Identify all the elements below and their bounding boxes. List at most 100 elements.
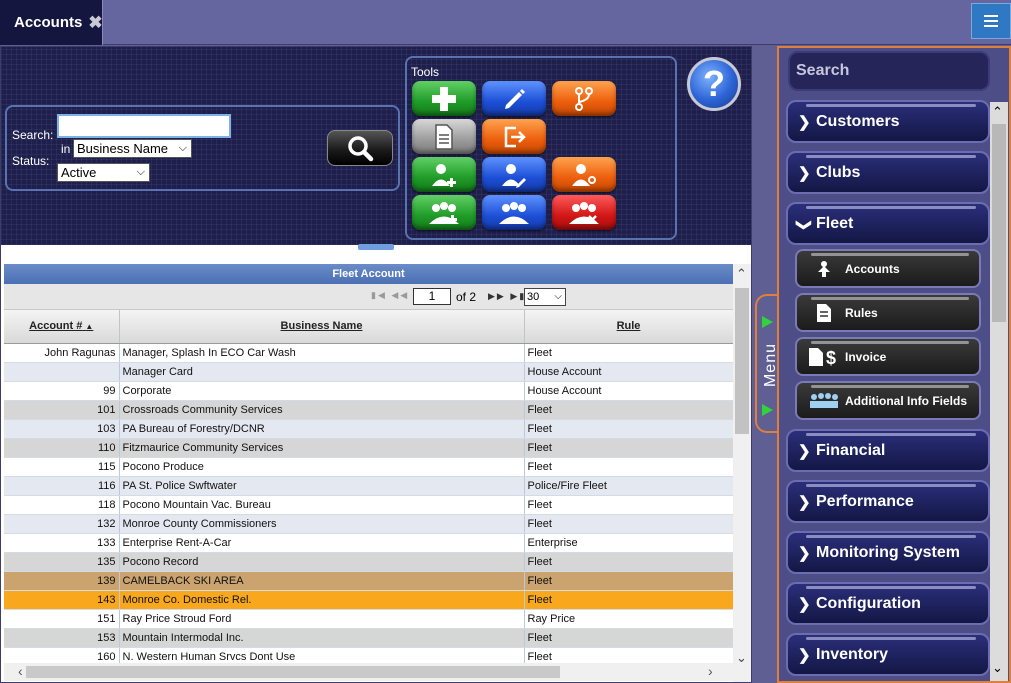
edit-group-button[interactable] [482,195,546,230]
sidebar-item-customers[interactable]: ❯ Customers [786,100,990,143]
column-header-business-name[interactable]: Business Name [119,310,525,344]
add-user-button[interactable] [412,157,476,192]
edit-user-button[interactable] [482,157,546,192]
scroll-up-icon[interactable]: ⌃ [992,104,1003,120]
tab-accounts[interactable]: Accounts ✖ [0,0,103,45]
sidebar-item-configuration[interactable]: ❯ Configuration [786,582,990,625]
cell-business-name: Manager Card [119,362,525,382]
sidebar-subitem-accounts[interactable]: Accounts [795,249,981,288]
table-header-row: Account # ▲ Business Name Rule [4,310,734,344]
sidebar-subitem-rules[interactable]: Rules [795,293,981,332]
sidebar-item-label: Customers [816,112,900,130]
cell-business-name: Mountain Intermodal Inc. [119,628,525,648]
table-row[interactable]: 101 Crossroads Community Services Fleet [4,400,734,420]
grid-horizontal-scrollbar[interactable]: ‹ › [4,663,733,681]
add-group-button[interactable] [412,195,476,230]
sidebar-subitem-label: Accounts [845,261,900,276]
table-row[interactable]: 153 Mountain Intermodal Inc. Fleet [4,628,734,648]
cell-account: 135 [4,552,120,572]
table-row[interactable]: 139 CAMELBACK SKI AREA Fleet [4,571,734,591]
chevron-right-icon: ❯ [798,647,811,664]
menu-toggle[interactable]: Menu [755,294,779,433]
cell-business-name: Pocono Record [119,552,525,572]
sidebar-item-financial[interactable]: ❯ Financial [786,429,990,472]
delete-group-button[interactable] [552,195,616,230]
cell-account: 99 [4,381,120,401]
pager-next-last-icons[interactable]: ▶▶ ▶▮ [488,291,526,302]
sidebar-scrollbar[interactable]: ⌃ ⌄ [990,102,1008,681]
sidebar-item-fleet[interactable]: ❯ Fleet [786,202,990,245]
cell-account: John Ragunas [4,343,120,363]
table-row[interactable]: John Ragunas Manager, Splash In ECO Car W… [4,343,734,363]
scrollbar-thumb[interactable] [735,288,749,434]
cell-account: 143 [4,590,120,610]
table-row[interactable]: 132 Monroe County Commissioners Fleet [4,514,734,534]
scroll-down-icon[interactable]: ⌄ [736,650,747,666]
collapse-panel-handle[interactable] [358,244,394,250]
table-row[interactable]: 116 PA St. Police Swftwater Police/Fire Fl… [4,476,734,496]
table-row[interactable]: 115 Pocono Produce Fleet [4,457,734,477]
hamburger-menu-button[interactable] [971,3,1011,39]
chevron-right-icon: ❯ [798,443,811,460]
table-row[interactable]: 151 Ray Price Stroud Ford Ray Price [4,609,734,629]
user-key-button[interactable] [552,157,616,192]
scroll-right-icon[interactable]: › [708,663,713,679]
cell-account: 115 [4,457,120,477]
pager-first-prev-icons[interactable]: ▮◀ ◀◀ [371,290,409,301]
pencil-icon [505,88,525,109]
table-row[interactable]: 103 PA Bureau of Forestry/DCNR Fleet [4,419,734,439]
table-row[interactable]: 99 Corporate House Account [4,381,734,401]
table-row[interactable]: 110 Fitzmaurice Community Services Fleet [4,438,734,458]
edit-account-button[interactable] [482,81,546,116]
sidebar-subitem-invoice[interactable]: $ Invoice [795,337,981,376]
branch-button[interactable] [552,81,616,116]
scrollbar-thumb[interactable] [992,124,1006,322]
sidebar-item-performance[interactable]: ❯ Performance [786,480,990,523]
column-header-account[interactable]: Account # ▲ [4,310,120,344]
sidebar-subitem-additional-info[interactable]: Additional Info Fields [795,381,981,420]
sidebar: Search ❯ Customers ❯ Clubs ❯ Fleet Accou… [777,46,1011,683]
person-arrow-icon [807,259,841,279]
table-row[interactable]: Manager Card House Account [4,362,734,382]
cell-business-name: PA Bureau of Forestry/DCNR [119,419,525,439]
fleet-account-grid: Fleet Account ▮◀ ◀◀ 1 of 2 ▶▶ ▶▮ 30 ⌵ Ac… [4,264,734,667]
search-button[interactable] [327,130,393,166]
sidebar-subitem-label: Invoice [845,349,887,364]
scroll-down-icon[interactable]: ⌄ [992,660,1003,676]
table-row[interactable]: 133 Enterprise Rent-A-Car Enterprise [4,533,734,553]
chevron-right-icon: ❯ [798,494,811,511]
table-row[interactable]: 135 Pocono Record Fleet [4,552,734,572]
chevron-right-icon: ❯ [798,545,811,562]
page-size-select[interactable]: 30 ⌵ [524,288,566,306]
sidebar-search[interactable]: Search [788,51,990,91]
column-header-rule[interactable]: Rule [524,310,734,344]
grid-vertical-scrollbar[interactable]: ⌃ ⌄ [733,264,751,682]
export-button[interactable] [482,119,546,154]
search-input[interactable] [57,114,231,138]
cell-account [4,362,120,382]
close-icon[interactable]: ✖ [88,14,102,31]
document-icon [435,123,453,150]
scroll-up-icon[interactable]: ⌃ [736,266,747,282]
accounts-table: Account # ▲ Business Name Rule John Ragu… [4,310,734,667]
status-select[interactable]: Active ⌵ [57,163,150,182]
help-button[interactable]: ? [687,57,741,111]
table-row[interactable]: 118 Pocono Mountain Vac. Bureau Fleet [4,495,734,515]
document-button[interactable] [412,119,476,154]
scroll-left-icon[interactable]: ‹ [18,663,23,679]
sidebar-item-label: Monitoring System [816,543,961,561]
sidebar-item-inventory[interactable]: ❯ Inventory [786,633,990,676]
sidebar-item-label: Clubs [816,163,861,181]
tab-title: Accounts [14,14,83,31]
sidebar-item-monitoring-system[interactable]: ❯ Monitoring System [786,531,990,574]
page-number-input[interactable]: 1 [413,288,451,305]
page-count: of 2 [456,290,477,304]
search-field-select[interactable]: Business Name ⌵ [73,139,192,158]
chevron-down-icon: ⌵ [136,166,145,178]
add-account-button[interactable] [412,81,476,116]
scrollbar-thumb[interactable] [26,666,560,678]
sidebar-item-clubs[interactable]: ❯ Clubs [786,151,990,194]
pager: ▮◀ ◀◀ 1 of 2 ▶▶ ▶▮ 30 ⌵ [4,284,733,310]
tab-bar: Accounts ✖ [0,0,1011,45]
table-row[interactable]: 143 Monroe Co. Domestic Rel. Fleet [4,590,734,610]
